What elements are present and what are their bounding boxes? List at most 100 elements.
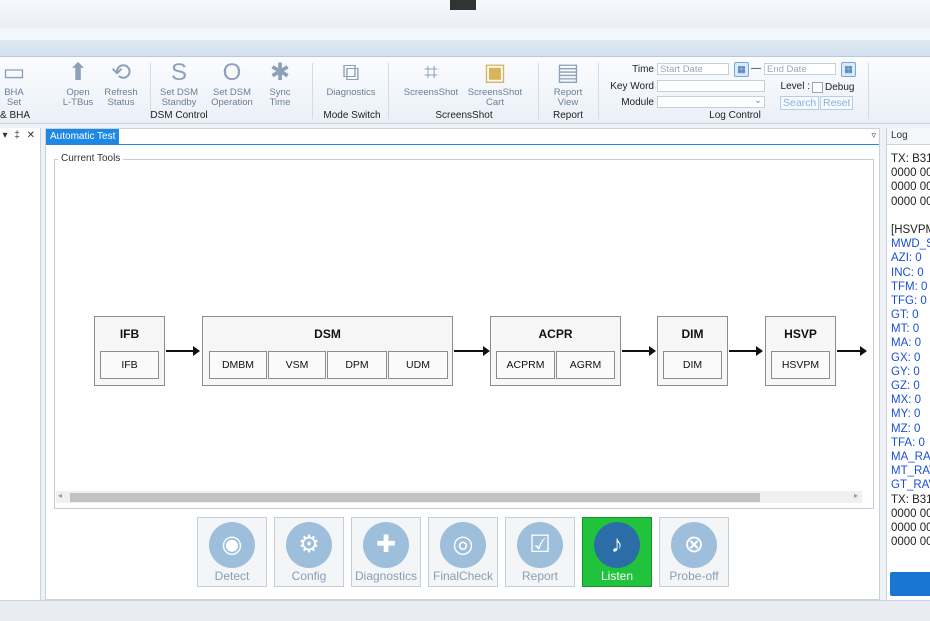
- submodule-ifb[interactable]: IFB: [100, 351, 159, 379]
- tab-underline: [46, 144, 879, 145]
- scroll-left-icon[interactable]: ◂: [58, 491, 62, 500]
- screenshot-button[interactable]: ⌗ ScreensShot: [402, 61, 460, 98]
- scroll-right-icon[interactable]: ▸: [854, 491, 858, 500]
- log-line: TX: B31: [891, 493, 930, 506]
- level-label: Level :: [780, 81, 810, 92]
- time-label: Time: [632, 64, 654, 75]
- report-label: Report: [521, 569, 559, 583]
- submodule-dim[interactable]: DIM: [663, 351, 722, 379]
- screenshot-label: ScreensShot: [403, 87, 459, 98]
- open-ltbus-button[interactable]: ⬆ Open L-TBus: [58, 61, 98, 108]
- detect-label: Detect: [214, 569, 250, 583]
- debug-checkbox[interactable]: [812, 82, 823, 93]
- group-label-screenshot: ScreensShot: [435, 110, 493, 121]
- search-button[interactable]: Search: [780, 96, 820, 110]
- reset-button[interactable]: Reset: [820, 96, 854, 110]
- config-button[interactable]: ⚙ Config: [274, 517, 344, 587]
- probe-off-label: Probe-off: [669, 569, 719, 583]
- log-line: MZ: 0: [891, 422, 921, 435]
- detect-button[interactable]: ◉ Detect: [197, 517, 267, 587]
- log-line: MWD_S: [891, 238, 930, 251]
- keyword-label: Key Word: [610, 81, 654, 92]
- module-dsm[interactable]: DSM DMBM VSM DPM UDM: [202, 316, 453, 386]
- module-hsvp[interactable]: HSVP HSVPM: [765, 316, 836, 386]
- module-title: IFB: [119, 327, 140, 341]
- set-dsm-operation-button[interactable]: O Set DSM Operation: [206, 61, 258, 108]
- probe-off-icon: ⊗: [671, 522, 717, 568]
- report-view-button[interactable]: ▤ Report View: [548, 61, 588, 108]
- keyword-input[interactable]: [657, 80, 765, 92]
- diagnostics-ribbon-label: Diagnostics: [326, 87, 376, 98]
- log-line: GT: 0: [891, 309, 919, 322]
- log-line: MX: 0: [891, 394, 922, 407]
- bha-icon: ▭: [2, 59, 26, 86]
- log-line: INC: 0: [891, 266, 924, 279]
- ribbon-separator: [312, 63, 313, 119]
- set-dsm-standby-button[interactable]: S Set DSM Standby: [156, 61, 202, 108]
- group-label-dsm-control: DSM Control: [150, 110, 208, 121]
- set-dsm-operation-label: Set DSM Operation: [211, 87, 253, 108]
- submodule-dmbm[interactable]: DMBM: [209, 351, 267, 379]
- ribbon-separator: [868, 63, 869, 119]
- module-title: DIM: [681, 327, 704, 341]
- diagnostics-label: Diagnostics: [354, 569, 418, 583]
- module-acpr[interactable]: ACPR ACPRM AGRM: [490, 316, 621, 386]
- panel-pin-close-icons[interactable]: ▾ ‡ ✕: [2, 130, 37, 141]
- listen-button[interactable]: ♪ Listen: [582, 517, 652, 587]
- scrollbar-thumb[interactable]: [70, 493, 760, 502]
- open-ltbus-label: Open L-TBus: [62, 87, 94, 108]
- log-line: GZ: 0: [891, 380, 920, 392]
- module-title: HSVP: [784, 327, 817, 341]
- sync-icon: ✱: [269, 59, 291, 86]
- finalcheck-button[interactable]: ◎ FinalCheck: [428, 517, 498, 587]
- status-bar: [0, 600, 930, 621]
- group-label-log-control: Log Control: [709, 110, 761, 121]
- tab-automatic-test[interactable]: Automatic Test: [46, 129, 120, 144]
- diagnostics-button[interactable]: ✚ Diagnostics: [351, 517, 421, 587]
- config-label: Config: [291, 569, 327, 583]
- finalcheck-icon: ◎: [440, 522, 486, 568]
- submodule-acprm[interactable]: ACPRM: [496, 351, 555, 379]
- log-action-button[interactable]: [890, 572, 930, 596]
- automatic-test-panel: Automatic Test ▿ Current Tools IFB IFB D…: [45, 128, 880, 600]
- diagnostics-ribbon-button[interactable]: ⧉ Diagnostics: [322, 61, 380, 98]
- submodule-hsvpm[interactable]: HSVPM: [771, 351, 830, 379]
- debug-label: Debug: [825, 82, 855, 93]
- log-line: GX: 0: [891, 351, 921, 364]
- submodule-dpm[interactable]: DPM: [327, 351, 387, 379]
- log-line: TFM: 0: [891, 280, 928, 293]
- end-calendar-icon[interactable]: ▦: [841, 62, 856, 77]
- refresh-status-button[interactable]: ⟲ Refresh Status: [100, 61, 142, 108]
- bha-set-label: BHA Set: [4, 87, 24, 108]
- tab-menu-icon[interactable]: ▿: [871, 130, 876, 141]
- log-line: [HSVPM: [891, 223, 930, 236]
- menu-bar: [0, 28, 930, 40]
- refresh-status-label: Refresh Status: [104, 87, 138, 108]
- finalcheck-label: FinalCheck: [432, 569, 494, 583]
- log-line: MA: 0: [891, 337, 922, 350]
- module-select[interactable]: ⌄: [657, 95, 765, 108]
- start-calendar-icon[interactable]: ▦: [734, 62, 749, 77]
- open-ltbus-icon: ⬆: [67, 59, 89, 86]
- module-dim[interactable]: DIM DIM: [657, 316, 728, 386]
- end-date-input[interactable]: End Date: [764, 63, 836, 75]
- screenshot-cart-button[interactable]: ▣ ScreensShot Cart: [464, 61, 526, 108]
- horizontal-scrollbar[interactable]: ◂ ▸: [56, 491, 862, 503]
- probe-off-button[interactable]: ⊗ Probe-off: [659, 517, 729, 587]
- module-ifb[interactable]: IFB IFB: [94, 316, 165, 386]
- log-line: GY: 0: [891, 365, 920, 378]
- folder-icon: ▣: [483, 59, 507, 86]
- group-label-mode-switch: Mode Switch: [323, 110, 381, 121]
- sync-time-label: Sync Time: [269, 87, 291, 108]
- bha-set-button[interactable]: ▭ BHA Set: [0, 61, 28, 108]
- log-line: MT: 0: [891, 323, 920, 336]
- sync-time-button[interactable]: ✱ Sync Time: [262, 61, 298, 108]
- submodule-udm[interactable]: UDM: [388, 351, 448, 379]
- submodule-agrm[interactable]: AGRM: [556, 351, 615, 379]
- start-date-input[interactable]: Start Date: [657, 63, 729, 75]
- submodule-vsm[interactable]: VSM: [268, 351, 326, 379]
- gear-icon: ⚙: [286, 522, 332, 568]
- report-button[interactable]: ☑ Report: [505, 517, 575, 587]
- log-line: 0000 00: [891, 181, 930, 194]
